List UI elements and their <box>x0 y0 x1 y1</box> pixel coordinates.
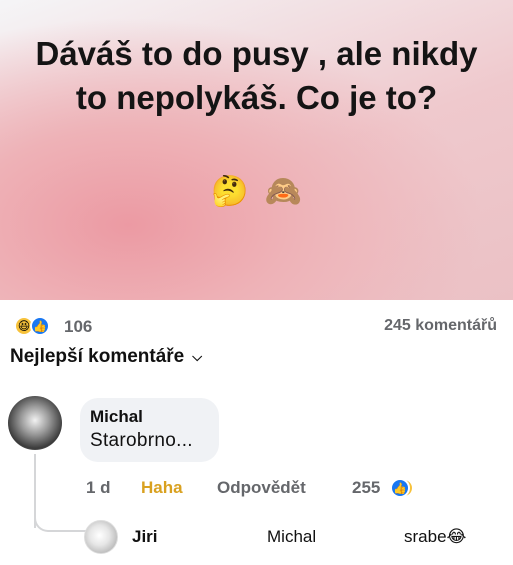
comments-count-link[interactable]: 245 komentářů <box>384 317 497 335</box>
reply-button[interactable]: Odpovědět <box>217 478 306 498</box>
avatar[interactable] <box>8 396 62 450</box>
comment-reaction-count[interactable]: 255 <box>352 478 380 498</box>
sort-label: Nejlepší komentáře <box>10 346 185 367</box>
haha-reaction-button[interactable]: Haha <box>141 478 183 498</box>
reply-text: srabe😂 <box>404 527 467 546</box>
reaction-count[interactable]: 106 <box>64 317 92 337</box>
reply-avatar[interactable] <box>84 520 118 554</box>
post-background: Dáváš to do pusy , ale nikdy to nepolyká… <box>0 0 513 300</box>
reactions-bar: 😆 👍 106 245 komentářů <box>14 316 499 338</box>
reply-mention[interactable]: Michal <box>267 527 316 547</box>
reply-comment: Jiri Michal srabe😂 <box>84 518 504 556</box>
comment-sort-dropdown[interactable]: Nejlepší komentáře ⌵ <box>10 346 202 368</box>
see-no-evil-monkey-icon: 🙈 <box>264 175 303 208</box>
chevron-down-icon: ⌵ <box>192 348 203 364</box>
comment-author[interactable]: Michal <box>90 406 193 428</box>
thread-connector <box>34 514 86 532</box>
comment-actions: 1 d Haha Odpovědět 255 😆 👍 <box>86 478 506 500</box>
like-icon: 👍 <box>390 478 410 498</box>
reaction-summary[interactable]: 😆 👍 <box>14 316 50 336</box>
reply-author[interactable]: Jiri <box>132 527 158 547</box>
comment-text: Starobrno... <box>90 430 193 451</box>
comment-time[interactable]: 1 d <box>86 478 111 498</box>
comment-bubble: Michal Starobrno... <box>80 398 219 462</box>
thinking-emoji-icon: 🤔 <box>210 175 249 208</box>
post-text: Dáváš to do pusy , ale nikdy to nepolyká… <box>35 35 478 116</box>
post-emojis: 🤔 🙈 <box>0 172 513 212</box>
like-icon: 👍 <box>30 316 50 336</box>
